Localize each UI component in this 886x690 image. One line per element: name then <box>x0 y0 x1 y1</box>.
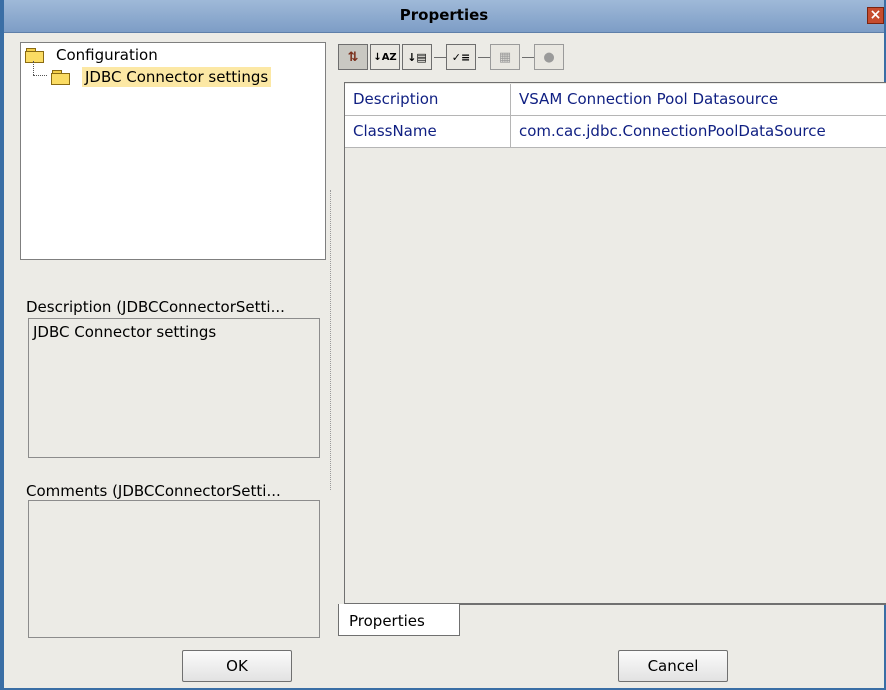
tree-node-jdbc-connector-settings[interactable]: JDBC Connector settings <box>51 67 272 87</box>
show-editable-icon: ✓≡ <box>451 50 471 64</box>
table-row[interactable]: Description VSAM Connection Pool Datasou… <box>345 84 886 116</box>
panel-splitter[interactable] <box>330 190 334 490</box>
tab-properties[interactable]: Properties <box>338 604 460 636</box>
comments-label: Comments (JDBCConnectorSetti... <box>26 482 281 500</box>
sort-by-type-button[interactable]: ↓▤ <box>402 44 432 70</box>
show-editable-button[interactable]: ✓≡ <box>446 44 476 70</box>
close-icon[interactable]: × <box>867 7 884 24</box>
tree-node-label: Configuration <box>56 46 158 64</box>
ok-button[interactable]: OK <box>182 650 292 682</box>
properties-dialog: Properties × Configuration JDBC Connecto… <box>0 0 886 690</box>
property-value[interactable]: VSAM Connection Pool Datasource <box>511 84 886 116</box>
tree-node-configuration[interactable]: Configuration <box>25 46 158 64</box>
description-field[interactable]: JDBC Connector settings <box>28 318 320 458</box>
sort-by-type-icon: ↓▤ <box>407 50 427 64</box>
property-value[interactable]: com.cac.jdbc.ConnectionPoolDataSource <box>511 116 886 148</box>
toolbar-separator <box>478 56 490 58</box>
unsorted-button[interactable]: ⇅ <box>338 44 368 70</box>
tree-connector <box>33 75 47 76</box>
comments-field[interactable] <box>28 500 320 638</box>
help-button[interactable]: ● <box>534 44 564 70</box>
tab-strip: Properties <box>338 604 886 637</box>
toolbar-separator <box>434 56 446 58</box>
sort-by-name-button[interactable]: ↓AZ <box>370 44 400 70</box>
toolbar-separator <box>522 56 534 58</box>
configuration-tree[interactable]: Configuration JDBC Connector settings <box>20 42 326 260</box>
properties-toolbar: ⇅ ↓AZ ↓▤ ✓≡ ▦ ● <box>338 42 566 72</box>
tree-node-label: JDBC Connector settings <box>82 67 272 87</box>
description-label: Description (JDBCConnectorSetti... <box>26 298 285 316</box>
tree-connector <box>33 61 34 75</box>
cancel-button[interactable]: Cancel <box>618 650 728 682</box>
property-sheet: Description VSAM Connection Pool Datasou… <box>344 82 886 604</box>
unsorted-icon: ⇅ <box>347 49 359 65</box>
table-row[interactable]: ClassName com.cac.jdbc.ConnectionPoolDat… <box>345 116 886 148</box>
folder-icon <box>25 48 44 63</box>
window-title: Properties <box>399 6 489 24</box>
property-name: Description <box>345 84 511 116</box>
custom-editor-button[interactable]: ▦ <box>490 44 520 70</box>
help-icon: ● <box>543 49 555 65</box>
custom-editor-icon: ▦ <box>498 49 512 65</box>
folder-icon <box>51 70 70 85</box>
property-name: ClassName <box>345 116 511 148</box>
title-bar[interactable]: Properties × <box>4 0 884 33</box>
sort-by-name-icon: ↓AZ <box>373 51 397 63</box>
